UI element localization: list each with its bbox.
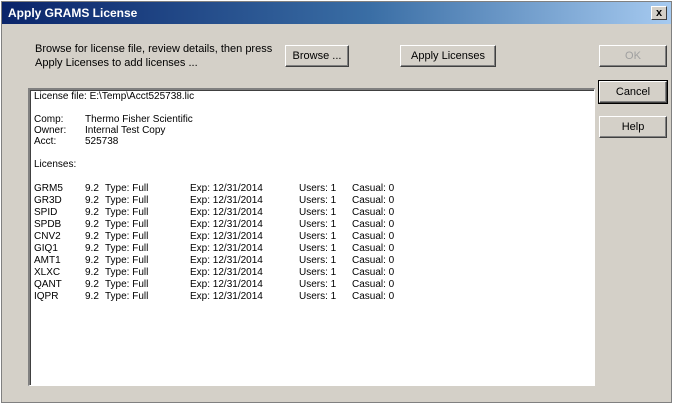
license-users: Users: 1 (299, 267, 337, 278)
license-code: IQPR (34, 291, 59, 302)
apply-licenses-button[interactable]: Apply Licenses (400, 45, 496, 67)
license-type: Type: Full (105, 183, 149, 194)
license-type: Type: Full (105, 231, 149, 242)
license-type: Type: Full (105, 243, 149, 254)
license-users: Users: 1 (299, 231, 337, 242)
license-users: Users: 1 (299, 207, 337, 218)
acct-label: Acct: (34, 136, 57, 147)
title-bar[interactable]: Apply GRAMS License x (2, 2, 671, 24)
license-type: Type: Full (105, 195, 149, 206)
license-users: Users: 1 (299, 291, 337, 302)
license-casual: Casual: 0 (352, 207, 395, 218)
license-expiry: Exp: 12/31/2014 (190, 183, 263, 194)
instructions-text: Browse for license file, review details,… (35, 43, 273, 69)
license-expiry: Exp: 12/31/2014 (190, 243, 263, 254)
license-version: 9.2 (85, 243, 99, 254)
license-casual: Casual: 0 (352, 291, 395, 302)
help-button[interactable]: Help (599, 116, 667, 138)
license-expiry: Exp: 12/31/2014 (190, 207, 263, 218)
license-expiry: Exp: 12/31/2014 (190, 231, 263, 242)
license-version: 9.2 (85, 255, 99, 266)
license-type: Type: Full (105, 279, 149, 290)
license-version: 9.2 (85, 219, 99, 230)
license-code: SPID (34, 207, 58, 218)
license-casual: Casual: 0 (352, 219, 395, 230)
license-version: 9.2 (85, 231, 99, 242)
license-version: 9.2 (85, 279, 99, 290)
license-expiry: Exp: 12/31/2014 (190, 267, 263, 278)
window-title: Apply GRAMS License (8, 6, 138, 20)
license-version: 9.2 (85, 291, 99, 302)
license-type: Type: Full (105, 291, 149, 302)
license-code: AMT1 (34, 255, 61, 266)
license-type: Type: Full (105, 267, 149, 278)
license-expiry: Exp: 12/31/2014 (190, 219, 263, 230)
license-users: Users: 1 (299, 195, 337, 206)
license-casual: Casual: 0 (352, 255, 395, 266)
license-code: XLXC (34, 267, 61, 278)
license-users: Users: 1 (299, 243, 337, 254)
licenses-heading: Licenses: (34, 159, 77, 170)
ok-button[interactable]: OK (599, 45, 667, 67)
license-file-line: License file: E:\Temp\Acct525738.lic (34, 91, 195, 102)
acct-value: 525738 (85, 136, 119, 147)
license-version: 9.2 (85, 183, 99, 194)
license-casual: Casual: 0 (352, 195, 395, 206)
license-expiry: Exp: 12/31/2014 (190, 279, 263, 290)
license-code: QANT (34, 279, 62, 290)
apply-grams-license-dialog: Apply GRAMS License x Browse for license… (1, 1, 672, 403)
license-version: 9.2 (85, 195, 99, 206)
license-casual: Casual: 0 (352, 279, 395, 290)
license-version: 9.2 (85, 267, 99, 278)
license-casual: Casual: 0 (352, 267, 395, 278)
license-expiry: Exp: 12/31/2014 (190, 291, 263, 302)
license-code: GR3D (34, 195, 62, 206)
license-code: GRM5 (34, 183, 63, 194)
license-code: GIQ1 (34, 243, 58, 254)
browse-button[interactable]: Browse ... (285, 45, 349, 67)
license-details-listbox[interactable]: License file: E:\Temp\Acct525738.lic Com… (28, 88, 595, 386)
license-users: Users: 1 (299, 219, 337, 230)
cancel-button[interactable]: Cancel (598, 80, 668, 104)
license-casual: Casual: 0 (352, 183, 395, 194)
license-code: SPDB (34, 219, 62, 230)
license-users: Users: 1 (299, 255, 337, 266)
license-expiry: Exp: 12/31/2014 (190, 255, 263, 266)
license-casual: Casual: 0 (352, 231, 395, 242)
license-type: Type: Full (105, 255, 149, 266)
close-button[interactable]: x (651, 6, 667, 20)
license-code: CNV2 (34, 231, 61, 242)
license-casual: Casual: 0 (352, 243, 395, 254)
license-type: Type: Full (105, 219, 149, 230)
license-type: Type: Full (105, 207, 149, 218)
license-version: 9.2 (85, 207, 99, 218)
license-users: Users: 1 (299, 279, 337, 290)
license-users: Users: 1 (299, 183, 337, 194)
license-expiry: Exp: 12/31/2014 (190, 195, 263, 206)
